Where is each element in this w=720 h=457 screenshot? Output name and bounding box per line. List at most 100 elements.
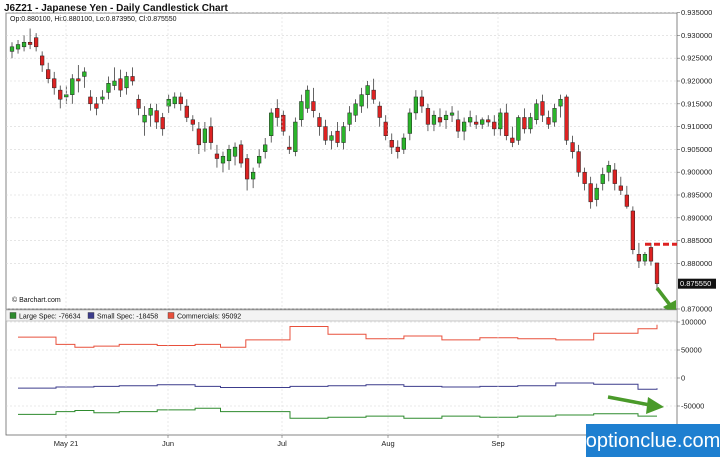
candle-body bbox=[100, 96, 105, 100]
candle-body bbox=[335, 130, 340, 143]
logo-text: optionclue.com bbox=[586, 430, 720, 452]
cot-tick-label: -50000 bbox=[681, 402, 704, 411]
price-tick-label: 0.900000 bbox=[681, 168, 712, 177]
candle-body bbox=[329, 135, 334, 141]
candle-body bbox=[323, 126, 328, 141]
candle-body bbox=[317, 117, 322, 127]
candle-body bbox=[468, 117, 473, 123]
candle-body bbox=[33, 37, 39, 48]
candle-body bbox=[642, 254, 648, 262]
x-tick-label: Sep bbox=[491, 439, 504, 448]
candle-body bbox=[130, 76, 135, 82]
candle-body bbox=[431, 114, 437, 125]
candle-body bbox=[263, 144, 268, 152]
candle-body bbox=[564, 96, 569, 141]
candle-body bbox=[528, 117, 533, 130]
candle-body bbox=[383, 121, 388, 136]
candle-body bbox=[287, 146, 292, 150]
candle-body bbox=[124, 76, 129, 89]
candle-body bbox=[21, 41, 27, 48]
barchart-credit: © Barchart.com bbox=[12, 296, 61, 304]
candle-body bbox=[371, 89, 376, 100]
candle-body bbox=[226, 149, 232, 162]
candle-body bbox=[178, 96, 183, 105]
candle-body bbox=[9, 46, 15, 52]
cot-tick-label: 50000 bbox=[681, 346, 702, 355]
candle-body bbox=[594, 187, 599, 200]
candle-body bbox=[648, 247, 654, 262]
candle-body bbox=[654, 262, 660, 284]
price-tick-label: 0.935000 bbox=[681, 8, 712, 17]
candle-body bbox=[275, 108, 280, 118]
candle-body bbox=[244, 158, 250, 180]
candle-body bbox=[600, 174, 605, 184]
candle-body bbox=[238, 144, 244, 164]
candle-body bbox=[534, 103, 539, 121]
legend-swatch bbox=[9, 312, 17, 319]
x-tick-label: Jun bbox=[162, 439, 174, 448]
candle-body bbox=[88, 96, 93, 105]
x-tick-label: May 21 bbox=[54, 439, 79, 448]
last-price-label: 0.875550 bbox=[680, 279, 711, 288]
candle bbox=[564, 94, 569, 145]
candle-body bbox=[474, 121, 479, 125]
candle-body bbox=[58, 89, 63, 100]
candle-body bbox=[257, 155, 262, 164]
candle-body bbox=[419, 96, 425, 107]
legend-label: Large Spec: -76634 bbox=[19, 314, 81, 321]
candle-body bbox=[504, 112, 509, 136]
legend-label: Commercials: 95092 bbox=[177, 314, 241, 321]
candle-body bbox=[576, 151, 581, 173]
candle-body bbox=[269, 112, 274, 136]
candle-body bbox=[606, 165, 611, 173]
candle-body bbox=[492, 121, 497, 130]
candle-body bbox=[64, 94, 69, 98]
price-panel-frame bbox=[5, 12, 678, 310]
candle-body bbox=[455, 119, 461, 132]
ohlc-label: Op:0.880100, Hi:0.880100, Lo:0.873950, C… bbox=[10, 16, 177, 23]
candle-body bbox=[82, 71, 87, 77]
candle-body bbox=[118, 78, 123, 91]
candle-body bbox=[214, 153, 220, 159]
price-tick-label: 0.930000 bbox=[681, 31, 712, 40]
candle-body bbox=[359, 94, 364, 107]
candle-body bbox=[407, 112, 412, 134]
chart-svg: J6Z21 - Japanese Yen - Daily Candlestick… bbox=[0, 0, 720, 457]
candle-body bbox=[461, 121, 467, 132]
candle-body bbox=[154, 110, 159, 123]
candle-body bbox=[299, 101, 304, 121]
price-tick-label: 0.880000 bbox=[681, 259, 712, 268]
candle-body bbox=[341, 126, 346, 143]
cot-panel-frame bbox=[5, 309, 678, 436]
candle-body bbox=[76, 78, 81, 82]
candle-body bbox=[305, 89, 310, 109]
candle-body bbox=[202, 128, 208, 143]
candle-body bbox=[389, 140, 394, 148]
candle-body bbox=[630, 210, 636, 250]
cot-tick-label: 0 bbox=[681, 374, 685, 383]
price-tick-label: 0.915000 bbox=[681, 99, 712, 108]
candle-body bbox=[220, 155, 226, 164]
candle-body bbox=[486, 119, 491, 123]
x-tick-label: Jul bbox=[277, 439, 287, 448]
candle-body bbox=[196, 128, 201, 146]
candle bbox=[516, 115, 521, 145]
legend-swatch bbox=[167, 312, 175, 319]
candle-body bbox=[251, 171, 256, 180]
candle-body bbox=[232, 146, 238, 157]
candle-body bbox=[208, 126, 214, 143]
price-tick-label: 0.910000 bbox=[681, 122, 712, 131]
candle-body bbox=[498, 112, 503, 130]
candle-body bbox=[546, 117, 551, 125]
candle-body bbox=[70, 78, 75, 95]
candle-body bbox=[449, 112, 455, 116]
candle-body bbox=[160, 117, 165, 130]
candle-body bbox=[293, 121, 298, 152]
candle-body bbox=[588, 183, 593, 203]
cot-legend: Large Spec: -76634 Small Spec: -18458 Comm… bbox=[9, 312, 241, 321]
price-tick-label: 0.890000 bbox=[681, 213, 712, 222]
candle-body bbox=[570, 142, 575, 152]
candle-body bbox=[401, 137, 406, 150]
candle-body bbox=[94, 103, 99, 109]
price-tick-label: 0.895000 bbox=[681, 191, 712, 200]
